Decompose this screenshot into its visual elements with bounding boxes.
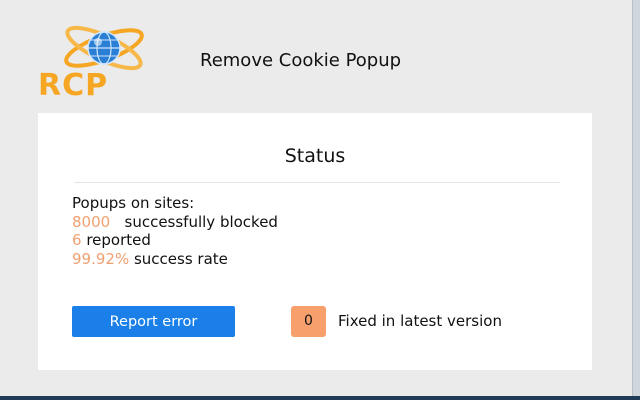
header: RCP Remove Cookie Popup [0,0,632,105]
fixed-count-badge: 0 [291,306,326,337]
extension-title: Remove Cookie Popup [200,50,402,71]
success-rate-label: success rate [133,249,228,268]
status-heading: Status [284,145,346,167]
divider [74,182,560,183]
report-error-button[interactable]: Report error [72,306,235,337]
logo-text: RCP [38,68,109,103]
blocked-label: successfully blocked [124,212,278,231]
stats-block: Popups on sites: 8000 successfully block… [72,194,278,268]
status-card: Status Popups on sites: 8000 successfull… [38,113,592,370]
background-window-edge [632,0,640,400]
rcp-logo: RCP [34,20,184,103]
taskbar-edge [0,396,640,400]
fixed-label: Fixed in latest version [338,312,502,330]
stat-reported: 6 reported [72,231,278,250]
extension-popup: RCP Remove Cookie Popup Status Popups on… [0,0,632,400]
stat-success-rate: 99.92% success rate [72,250,278,269]
success-rate-value: 99.92% [72,249,130,268]
stats-intro: Popups on sites: [72,194,195,212]
reported-label: reported [86,231,151,249]
stat-blocked: 8000 successfully blocked [72,213,278,232]
blocked-count: 8000 [72,212,111,231]
reported-count: 6 [72,231,82,249]
